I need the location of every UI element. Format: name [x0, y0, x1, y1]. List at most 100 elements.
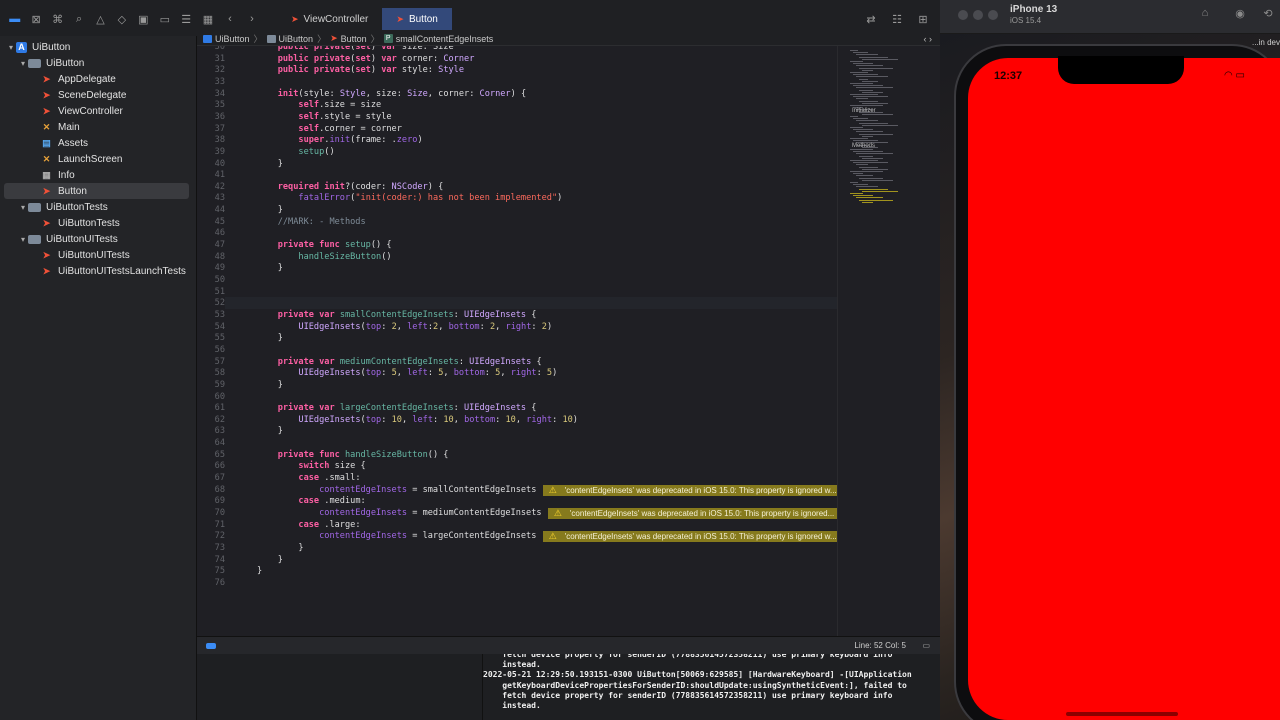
- breadcrumb-group[interactable]: UiButton: [279, 34, 314, 44]
- grid-icon[interactable]: ▦: [197, 8, 219, 30]
- navigator-item[interactable]: ➤ UiButtonTests: [0, 215, 190, 231]
- minimap-line: [850, 127, 863, 128]
- wifi-battery-icon: ◠ ▭: [1224, 70, 1245, 81]
- test-navigator-icon[interactable]: ◇: [111, 8, 132, 30]
- issue-nav-arrows-icon[interactable]: ‹ ›: [924, 34, 933, 44]
- navigator-item[interactable]: ➤ UiButtonUITestsLaunchTests: [0, 263, 190, 279]
- refresh-icon[interactable]: ⇄: [860, 8, 882, 30]
- code-line[interactable]: }: [257, 426, 283, 436]
- home-icon[interactable]: ⌂: [1197, 7, 1213, 21]
- navigator-item[interactable]: ➤ AppDelegate: [0, 71, 190, 87]
- code-line[interactable]: self.size = size: [257, 100, 381, 110]
- code-line[interactable]: private func setup() {: [257, 240, 392, 250]
- disclosure-chevron-icon[interactable]: ▾: [6, 43, 16, 52]
- navigator-item[interactable]: ▾ UiButtonTests: [0, 199, 190, 215]
- line-number: 54: [214, 321, 225, 332]
- minimap[interactable]: Initializer Methods: [837, 46, 940, 636]
- home-indicator[interactable]: [1066, 712, 1178, 716]
- navigator-item[interactable]: ➤ ViewController: [0, 103, 190, 119]
- code-editor[interactable]: 30 public private(set) var size: Size 31 …: [197, 46, 837, 636]
- navigator-item[interactable]: ➤ SceneDelegate: [0, 87, 190, 103]
- code-line[interactable]: }: [257, 555, 283, 565]
- breakpoint-navigator-icon[interactable]: ▭: [154, 8, 175, 30]
- add-editor-icon[interactable]: ⊞: [912, 8, 934, 30]
- code-line[interactable]: switch size {: [257, 461, 365, 471]
- code-line[interactable]: case .large:: [257, 520, 360, 530]
- debug-navigator-icon[interactable]: ▣: [133, 8, 154, 30]
- rotate-icon[interactable]: ⟲: [1260, 7, 1276, 21]
- disclosure-chevron-icon[interactable]: ▾: [18, 235, 28, 244]
- screenshot-icon[interactable]: ◉: [1232, 7, 1248, 21]
- code-line[interactable]: }: [257, 159, 283, 169]
- iphone-screen[interactable]: [968, 58, 1280, 720]
- code-line[interactable]: }: [257, 543, 303, 553]
- code-line[interactable]: private func handleSizeButton() {: [257, 450, 449, 460]
- code-line[interactable]: private var mediumContentEdgeInsets: UIE…: [257, 357, 542, 367]
- code-line[interactable]: case .medium:: [257, 496, 365, 506]
- code-line[interactable]: }: [257, 380, 283, 390]
- code-line[interactable]: [257, 298, 278, 308]
- navigator-item[interactable]: ✕ Main: [0, 119, 190, 135]
- navigator-item-label: UiButton: [32, 41, 71, 53]
- code-line[interactable]: private var smallContentEdgeInsets: UIEd…: [257, 310, 537, 320]
- split-view-icon[interactable]: ▭: [922, 641, 930, 650]
- code-line[interactable]: public private(set) var corner: Corner: [257, 54, 475, 64]
- deprecation-warning[interactable]: ⚠ 'contentEdgeInsets' was deprecated in i…: [542, 484, 837, 496]
- code-line[interactable]: required init?(coder: NSCoder) {: [257, 182, 444, 192]
- source-control-icon[interactable]: ⊠: [25, 8, 46, 30]
- project-navigator-icon[interactable]: ▬: [4, 8, 25, 30]
- find-navigator-icon[interactable]: ⌕: [68, 8, 89, 30]
- navigator-item[interactable]: ▤ Assets: [0, 135, 190, 151]
- code-line[interactable]: handleSizeButton(): [257, 252, 391, 262]
- line-number: 46: [214, 228, 225, 239]
- editor-tab[interactable]: ➤ Button: [382, 8, 452, 30]
- debug-area-toggle-icon[interactable]: [206, 642, 216, 649]
- code-line[interactable]: self.corner = corner: [257, 124, 402, 134]
- navigator-item[interactable]: ▾ UiButton: [0, 55, 190, 71]
- code-line[interactable]: //MARK: - Methods: [257, 217, 366, 227]
- code-line[interactable]: }: [257, 205, 283, 215]
- deprecation-warning[interactable]: ⚠ 'contentEdgeInsets' was deprecated in i…: [542, 531, 837, 543]
- code-line[interactable]: case .small:: [257, 473, 360, 483]
- code-line[interactable]: setup(): [257, 147, 334, 157]
- code-line[interactable]: UIEdgeInsets(top: 5, left: 5, bottom: 5,…: [257, 368, 557, 378]
- code-line[interactable]: super.init(frame: .zero): [257, 135, 422, 145]
- close-window-button[interactable]: [958, 10, 968, 20]
- code-line[interactable]: }: [257, 333, 283, 343]
- minimize-window-button[interactable]: [973, 10, 983, 20]
- breadcrumb-project[interactable]: UiButton: [215, 34, 250, 44]
- navigator-item[interactable]: ▦ Info: [0, 167, 190, 183]
- symbol-navigator-icon[interactable]: ⌘: [47, 8, 68, 30]
- code-line[interactable]: public private(set) var style: Style: [257, 65, 464, 75]
- code-line[interactable]: contentEdgeInsets = mediumContentEdgeIns…: [257, 508, 542, 518]
- zoom-window-button[interactable]: [988, 10, 998, 20]
- report-navigator-icon[interactable]: ☰: [176, 8, 197, 30]
- breadcrumb-file[interactable]: Button: [341, 34, 367, 44]
- code-line[interactable]: init(style: Style, size: Size, corner: C…: [257, 89, 526, 99]
- code-line[interactable]: contentEdgeInsets = smallContentEdgeInse…: [257, 485, 536, 495]
- navigator-item[interactable]: ➤ Button: [4, 183, 189, 199]
- code-line[interactable]: self.style = style: [257, 112, 391, 122]
- code-line[interactable]: UIEdgeInsets(top: 2, left:2, bottom: 2, …: [257, 322, 552, 332]
- navigator-item[interactable]: ✕ LaunchScreen: [0, 151, 190, 167]
- code-line[interactable]: }: [257, 263, 283, 273]
- code-line[interactable]: private var largeContentEdgeInsets: UIEd…: [257, 403, 537, 413]
- code-line[interactable]: }: [257, 566, 262, 576]
- navigator-item[interactable]: ▾ UiButtonUITests: [0, 231, 190, 247]
- adjust-editor-icon[interactable]: ☷: [886, 8, 908, 30]
- warning-text: 'contentEdgeInsets' was deprecated in iO…: [564, 532, 837, 542]
- deprecation-warning[interactable]: ⚠ 'contentEdgeInsets' was deprecated in i…: [547, 508, 837, 519]
- editor-tab[interactable]: ➤ ViewController: [277, 8, 382, 30]
- code-line[interactable]: fatalError("init(coder:) has not been im…: [257, 193, 562, 203]
- issue-navigator-icon[interactable]: △: [90, 8, 111, 30]
- disclosure-chevron-icon[interactable]: ▾: [18, 203, 28, 212]
- breadcrumb-symbol[interactable]: smallContentEdgeInsets: [396, 34, 494, 44]
- code-line[interactable]: contentEdgeInsets = largeContentEdgeInse…: [257, 531, 536, 541]
- code-line[interactable]: public private(set) var size: Size: [257, 46, 454, 52]
- navigator-item[interactable]: ▾ A UiButton: [0, 39, 190, 55]
- forward-arrow-icon[interactable]: ›: [241, 8, 263, 30]
- code-line[interactable]: UIEdgeInsets(top: 10, left: 10, bottom: …: [257, 415, 578, 425]
- navigator-item[interactable]: ➤ UiButtonUITests: [0, 247, 190, 263]
- disclosure-chevron-icon[interactable]: ▾: [18, 59, 28, 68]
- back-arrow-icon[interactable]: ‹: [219, 8, 241, 30]
